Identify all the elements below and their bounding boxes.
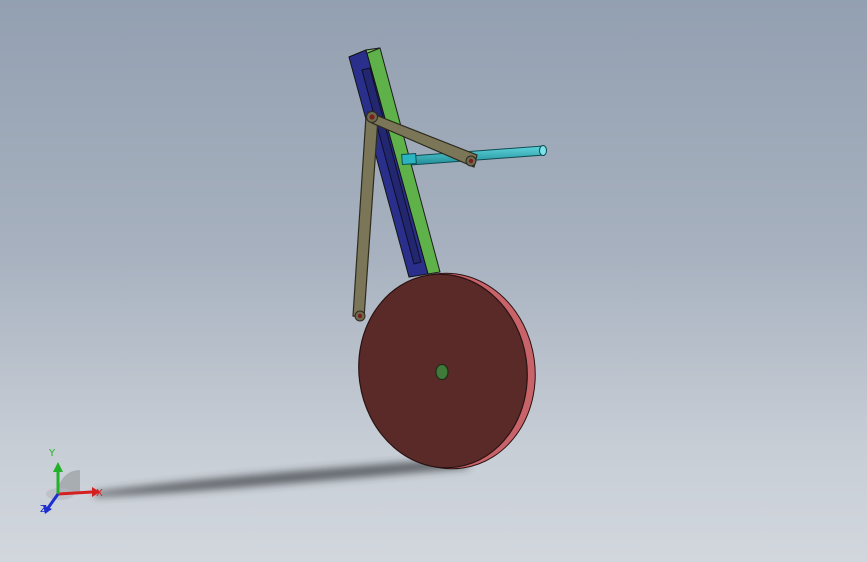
model-scene[interactable]: X Y Z bbox=[0, 0, 867, 562]
connecting-link[interactable] bbox=[352, 115, 379, 319]
top-pivot-hole bbox=[369, 114, 375, 120]
ground-shadow bbox=[95, 458, 470, 497]
orientation-triad[interactable]: X Y Z bbox=[40, 448, 103, 515]
x-axis-line bbox=[57, 490, 93, 496]
disc-hub[interactable] bbox=[435, 364, 449, 380]
z-axis-label: Z bbox=[40, 504, 47, 515]
slider-block bbox=[401, 152, 417, 166]
y-axis-arrow bbox=[53, 462, 63, 472]
graphics-viewport[interactable]: X Y Z bbox=[0, 0, 867, 562]
slider-pivot-hole bbox=[468, 158, 474, 164]
y-axis-label: Y bbox=[48, 448, 56, 459]
slider-rod-end bbox=[539, 145, 547, 156]
disc-pivot-hole bbox=[357, 313, 363, 319]
x-axis-label: X bbox=[96, 488, 103, 499]
